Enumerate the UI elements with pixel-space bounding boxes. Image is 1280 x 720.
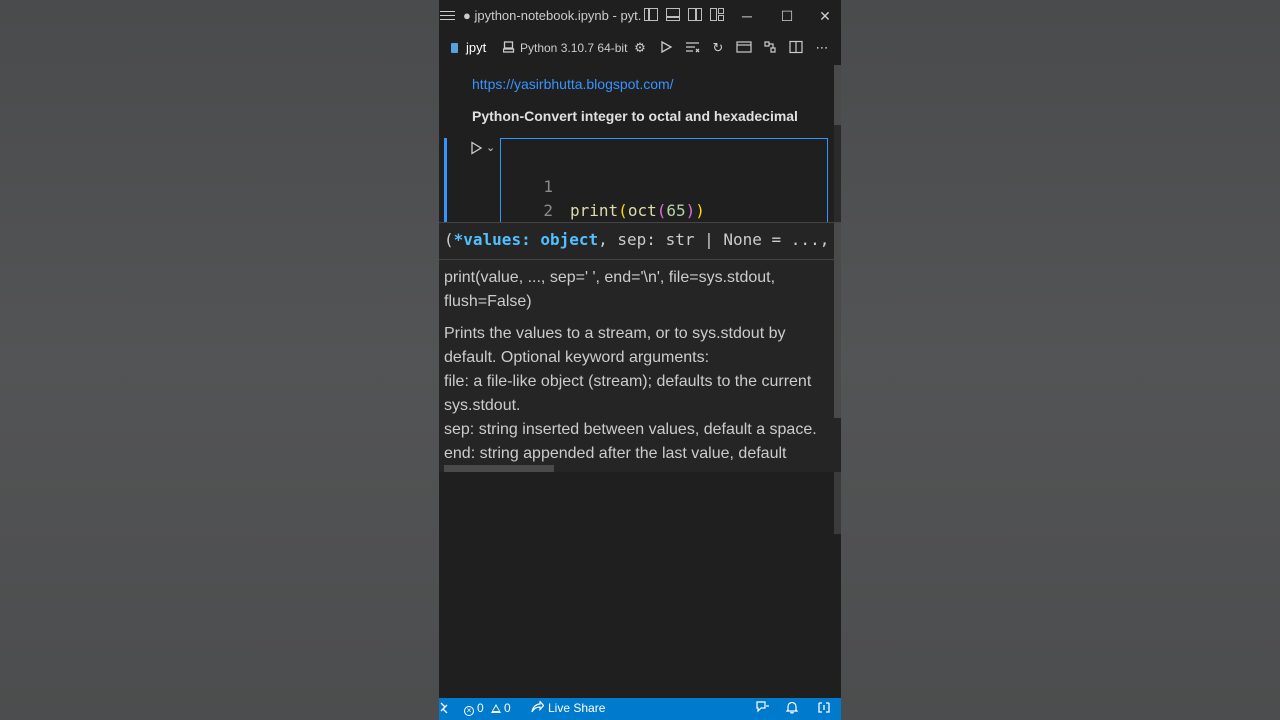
background-left	[0, 0, 439, 720]
minimize-icon[interactable]: ─	[737, 6, 757, 26]
customize-layout-icon[interactable]	[710, 8, 724, 21]
toggle-primary-sidebar-icon[interactable]	[644, 8, 658, 21]
variables-icon[interactable]	[736, 40, 752, 56]
hamburger-menu-icon[interactable]	[440, 8, 455, 22]
remote-icon[interactable]	[440, 701, 448, 718]
signature-token: (	[444, 230, 454, 249]
code-token: (	[656, 201, 667, 220]
cell-focus-indicator	[444, 138, 447, 222]
live-share-label: Live Share	[548, 701, 606, 715]
chevron-down-icon[interactable]: ⌄	[486, 141, 495, 154]
maximize-icon[interactable]: ☐	[777, 6, 797, 26]
error-icon: ×	[464, 706, 474, 716]
markdown-link[interactable]: https://yasirbhutta.blogspot.com/	[472, 76, 674, 92]
notebook-file-icon	[451, 43, 458, 53]
copilot-icon[interactable]	[817, 701, 831, 717]
restart-icon[interactable]: ↻	[710, 40, 726, 56]
signature-token: , sep: str | None = ...,	[598, 230, 830, 249]
editor-scrollbar[interactable]	[834, 472, 841, 534]
kernel-picker[interactable]: Python 3.10.7 64-bit	[502, 41, 628, 55]
feedback-icon[interactable]	[756, 701, 770, 717]
code-cell[interactable]: 1 print(oct(65)) 2 3 print()	[500, 138, 828, 269]
run-cell-icon[interactable]	[469, 141, 485, 157]
live-share-button[interactable]: Live Share	[531, 699, 606, 715]
warning-count: 0	[504, 701, 511, 715]
title-bar: ● jpython-notebook.ipynb - pyt... ─ ☐ ✕	[439, 0, 841, 31]
toggle-secondary-sidebar-icon[interactable]	[688, 8, 702, 21]
code-line: 3 print()	[501, 199, 639, 269]
split-editor-icon[interactable]	[788, 40, 804, 56]
window-title: ● jpython-notebook.ipynb - pyt...	[463, 8, 641, 23]
status-bar: × 0 0 Live Share	[439, 698, 841, 720]
toggle-panel-icon[interactable]	[666, 8, 680, 21]
hover-horizontal-scrollbar[interactable]	[444, 465, 554, 472]
run-all-icon[interactable]	[658, 40, 674, 56]
more-icon[interactable]: ⋯	[814, 40, 830, 56]
doc-paragraph: end: string appended after the last valu…	[444, 445, 787, 462]
code-token: (	[618, 201, 628, 220]
active-parameter: *values: object	[453, 230, 599, 249]
notebook-toolbar: jpyt Python 3.10.7 64-bit ⚙ ↻ ⋯	[439, 31, 841, 65]
code-token: 65	[666, 201, 686, 220]
kernel-label: Python 3.10.7 64-bit	[520, 41, 628, 55]
hover-scrollbar[interactable]	[834, 223, 841, 418]
doc-description: Prints the values to a stream, or to sys…	[444, 322, 832, 466]
editor-tab[interactable]: jpyt	[451, 40, 486, 55]
background-right	[841, 0, 1280, 720]
gear-icon[interactable]: ⚙	[632, 40, 648, 56]
divider	[439, 259, 841, 260]
live-share-icon	[531, 699, 545, 713]
error-count: 0	[477, 701, 484, 715]
editor-scrollbar[interactable]	[834, 65, 841, 222]
clear-outputs-icon[interactable]	[684, 40, 700, 56]
warning-icon	[491, 704, 502, 713]
notebook-editor: https://yasirbhutta.blogspot.com/ Python…	[439, 65, 834, 269]
doc-paragraph: Prints the values to a stream, or to sys…	[444, 325, 786, 366]
outline-icon[interactable]	[762, 40, 778, 56]
signature-help-widget: (*values: object, sep: str | None = ...,…	[439, 222, 841, 474]
vscode-window: ● jpython-notebook.ipynb - pyt... ─ ☐ ✕ …	[439, 0, 841, 720]
code-token: oct	[627, 201, 657, 220]
kernel-icon	[502, 41, 515, 53]
editor-tab-label: jpyt	[466, 40, 487, 55]
doc-paragraph: sep: string inserted between values, def…	[444, 421, 817, 438]
code-line: 2	[501, 175, 578, 220]
signature-line: (*values: object, sep: str | None = ...,	[444, 230, 829, 249]
code-token: )	[695, 201, 705, 220]
code-token: )	[685, 201, 696, 220]
doc-signature: print(value, ..., sep=' ', end='\n', fil…	[444, 269, 776, 310]
bell-icon[interactable]	[785, 701, 799, 717]
doc-paragraph: file: a file-like object (stream); defau…	[444, 373, 812, 414]
markdown-heading: Python-Convert integer to octal and hexa…	[472, 108, 798, 124]
editor-empty-area	[439, 472, 841, 698]
problems-indicator[interactable]: × 0 0	[464, 701, 511, 716]
close-icon[interactable]: ✕	[815, 6, 835, 26]
code-line: 1 print(oct(65))	[501, 151, 705, 220]
